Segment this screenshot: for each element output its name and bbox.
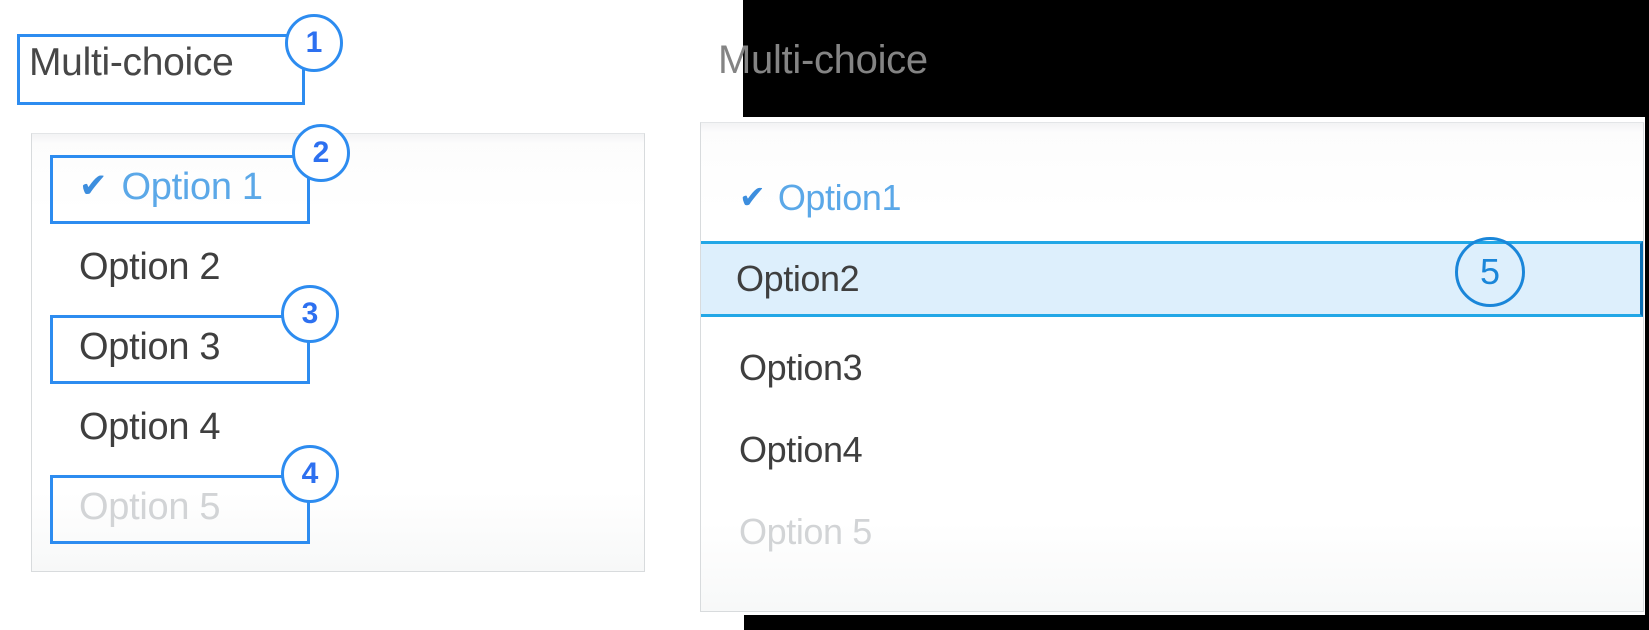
right-option-item-5: Option 5 xyxy=(701,501,1643,563)
annotation-callout-2-number: 2 xyxy=(312,136,330,169)
backdrop-band-bottom xyxy=(744,615,1649,630)
right-option-item-4[interactable]: Option4 xyxy=(701,419,1643,481)
annotation-box-2 xyxy=(50,155,310,224)
right-option-item-1[interactable]: ✔ Option1 xyxy=(701,167,1643,229)
right-dropdown-panel: ✔ Option1 Option2 Option3 Option4 Option… xyxy=(700,122,1644,612)
annotation-callout-3: 3 xyxy=(281,285,339,343)
annotation-callout-4-number: 4 xyxy=(301,457,319,490)
annotation-callout-5-number: 5 xyxy=(1479,251,1501,292)
left-option-label-4: Option 4 xyxy=(79,405,221,448)
right-option-label-4: Option4 xyxy=(739,429,863,470)
right-option-label-3: Option3 xyxy=(739,347,863,388)
backdrop-band-right xyxy=(1645,0,1649,630)
left-option-label-2: Option 2 xyxy=(79,245,221,288)
screenshot-root: Multi-choice ✔ Option 1 Option 2 Option … xyxy=(0,0,1649,630)
annotation-callout-1-number: 1 xyxy=(305,26,323,59)
annotation-callout-5: 5 xyxy=(1455,237,1525,307)
annotation-callout-4: 4 xyxy=(281,445,339,503)
right-option-item-3[interactable]: Option3 xyxy=(701,337,1643,399)
right-option-label-5: Option 5 xyxy=(739,511,872,552)
check-icon: ✔ xyxy=(739,179,766,215)
right-option-label-1: Option1 xyxy=(777,177,902,218)
left-option-item-4[interactable]: Option 4 xyxy=(32,396,644,458)
annotation-box-1 xyxy=(17,34,305,105)
annotation-box-4 xyxy=(50,475,310,544)
annotation-callout-1: 1 xyxy=(285,14,343,72)
right-option-label-2: Option2 xyxy=(736,258,860,299)
annotation-box-3 xyxy=(50,315,310,384)
annotation-callout-3-number: 3 xyxy=(301,297,319,330)
annotation-callout-2: 2 xyxy=(292,124,350,182)
left-option-item-2[interactable]: Option 2 xyxy=(32,236,644,298)
right-option-list: ✔ Option1 Option2 Option3 Option4 Option… xyxy=(701,123,1643,611)
right-title-label: Multi-choice xyxy=(718,38,928,82)
